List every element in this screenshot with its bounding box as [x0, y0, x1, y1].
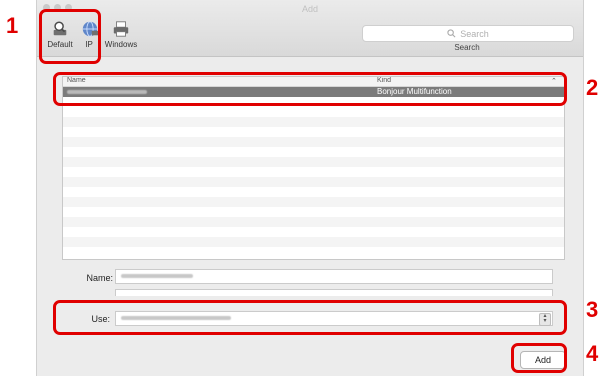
callout-number-2: 2	[586, 75, 599, 100]
list-row-empty	[63, 177, 564, 187]
toolbar-windows-label: Windows	[104, 40, 138, 49]
name-field[interactable]	[115, 269, 553, 284]
search-caption: Search	[454, 43, 480, 52]
search-field[interactable]: Search	[362, 25, 574, 42]
callout-box-1	[39, 9, 101, 64]
list-row-empty	[63, 197, 564, 207]
list-row-empty	[63, 217, 564, 227]
search-placeholder: Search	[460, 28, 489, 39]
title-bar: Add Default IP Windows Search Search	[37, 0, 583, 57]
callout-box-3	[53, 300, 567, 335]
callout-number-3: 3	[586, 297, 599, 322]
list-row-empty	[63, 157, 564, 167]
callout-number-4: 4	[586, 341, 599, 366]
printer-icon	[113, 21, 129, 37]
list-row-empty	[63, 137, 564, 147]
callout-number-1: 1	[6, 13, 19, 38]
name-label: Name:	[86, 273, 113, 283]
window-title: Add	[301, 4, 318, 14]
callout-box-4	[511, 343, 567, 373]
toolbar-windows-button[interactable]: Windows	[103, 20, 139, 49]
list-row-empty	[63, 117, 564, 127]
list-row-empty	[63, 237, 564, 247]
name-value-redacted	[121, 274, 193, 278]
search-icon	[447, 29, 456, 38]
callout-box-2	[53, 72, 567, 106]
location-field[interactable]	[115, 289, 553, 296]
